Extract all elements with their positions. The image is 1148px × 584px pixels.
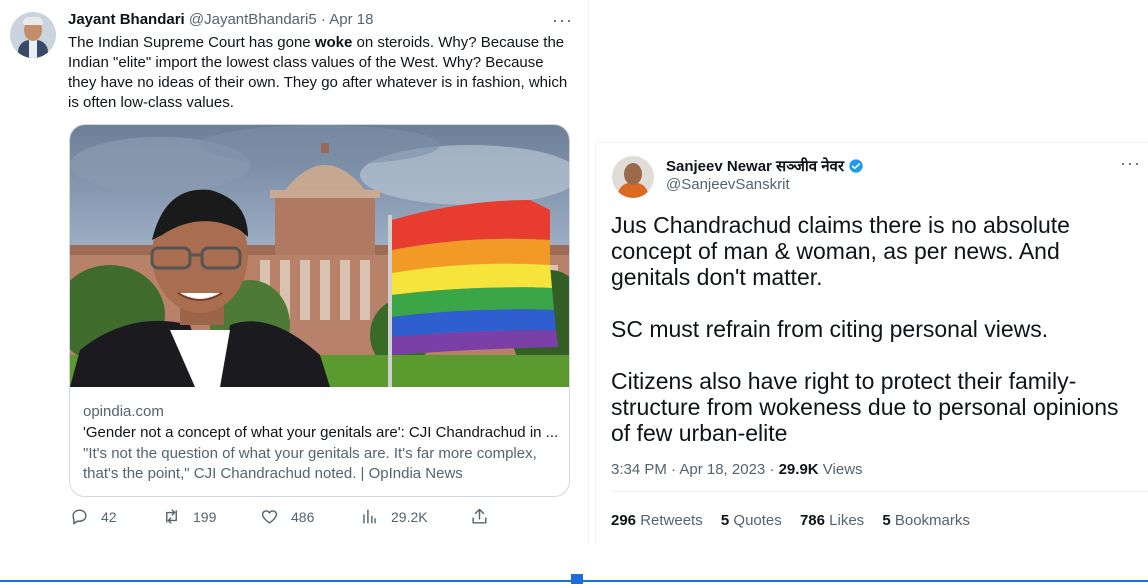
author-handle[interactable]: @SanjeevSanskrit bbox=[666, 176, 790, 193]
avatar-robe bbox=[618, 183, 648, 198]
author-name[interactable]: Jayant Bhandari bbox=[68, 11, 185, 28]
bookmarks-label: Bookmarks bbox=[890, 512, 970, 529]
card-meta: opindia.com 'Gender not a concept of wha… bbox=[83, 402, 559, 484]
retweets-count: 296 bbox=[611, 512, 637, 529]
retweet-button[interactable]: 199 bbox=[162, 507, 216, 526]
retweet-icon bbox=[166, 509, 177, 524]
card-domain[interactable]: opindia.com bbox=[83, 402, 559, 422]
avatar-hair bbox=[23, 17, 43, 25]
verified-badge-icon bbox=[849, 159, 863, 173]
like-icon bbox=[261, 510, 278, 524]
column-divider bbox=[588, 0, 589, 545]
likes-label: Likes bbox=[824, 512, 865, 529]
right-tweet[interactable]: Sanjeev Newar सञ्जीव नेवर @SanjeevSanskr… bbox=[595, 142, 1148, 545]
left-tweet[interactable]: Jayant Bhandari @JayantBhandari5 · Apr 1… bbox=[0, 0, 588, 545]
likes-stat[interactable]: 786 Likes bbox=[800, 512, 864, 529]
tweet-actions: 42 199 486 29.2K bbox=[70, 507, 500, 531]
tweet-text: Jus Chandrachud claims there is no absol… bbox=[611, 212, 1136, 472]
tweet-text-part1: The Indian Supreme Court has gone bbox=[68, 34, 315, 51]
tweet-paragraph: SC must refrain from citing personal vie… bbox=[611, 316, 1049, 342]
tweet-stats: 296 Retweets 5 Quotes 786 Likes 5 Bookma… bbox=[611, 512, 984, 529]
author-handle[interactable]: @JayantBhandari5 bbox=[189, 11, 317, 28]
author-name[interactable]: Sanjeev Newar सञ्जीव नेवर bbox=[666, 156, 844, 176]
retweet-count: 199 bbox=[193, 508, 217, 525]
views-label: Views bbox=[818, 461, 863, 478]
views-button[interactable]: 29.2K bbox=[360, 507, 428, 526]
card-title[interactable]: 'Gender not a concept of what your genit… bbox=[83, 423, 559, 443]
tweet-date[interactable]: Apr 18 bbox=[329, 11, 373, 28]
header-separator: · bbox=[320, 11, 326, 28]
views-icon bbox=[363, 509, 376, 524]
quotes-stat[interactable]: 5 Quotes bbox=[721, 512, 782, 529]
reply-icon bbox=[72, 509, 87, 525]
more-options-icon[interactable]: ··· bbox=[552, 10, 573, 31]
author-name-row[interactable]: Sanjeev Newar सञ्जीव नेवर bbox=[666, 156, 864, 176]
tweet-paragraph: Jus Chandrachud claims there is no absol… bbox=[611, 212, 1070, 290]
like-count: 486 bbox=[291, 508, 315, 525]
tweet-timestamp[interactable]: 3:34 PM · Apr 18, 2023 · bbox=[611, 461, 779, 478]
card-image-illustration bbox=[70, 125, 569, 387]
tweet-paragraph: Citizens also have right to protect thei… bbox=[611, 368, 1119, 446]
stats-divider bbox=[611, 491, 1148, 492]
views-count: 29.9K bbox=[778, 461, 819, 478]
tweet-header: Jayant Bhandari @JayantBhandari5 · Apr 1… bbox=[68, 11, 373, 28]
reply-button[interactable]: 42 bbox=[70, 507, 117, 526]
tweet-text-bold: woke bbox=[314, 34, 353, 51]
avatar[interactable] bbox=[10, 12, 56, 58]
tweet-text: The Indian Supreme Court has gone woke o… bbox=[68, 33, 568, 113]
avatar[interactable] bbox=[612, 156, 654, 198]
bookmarks-stat[interactable]: 5 Bookmarks bbox=[882, 512, 970, 529]
likes-count: 786 bbox=[799, 512, 825, 529]
share-icon bbox=[472, 508, 487, 524]
like-button[interactable]: 486 bbox=[260, 507, 314, 526]
selection-handle[interactable] bbox=[571, 574, 583, 584]
quotes-count: 5 bbox=[720, 512, 730, 529]
avatar-face bbox=[624, 163, 642, 185]
retweets-stat[interactable]: 296 Retweets bbox=[611, 512, 703, 529]
link-card[interactable]: opindia.com 'Gender not a concept of wha… bbox=[69, 124, 570, 497]
reply-count: 42 bbox=[101, 508, 117, 525]
retweets-label: Retweets bbox=[636, 512, 703, 529]
share-button[interactable] bbox=[470, 507, 489, 526]
tweet-timestamp-row: 3:34 PM · Apr 18, 2023 · 29.9K Views bbox=[611, 461, 863, 478]
more-options-icon[interactable]: ··· bbox=[1120, 153, 1141, 174]
quotes-label: Quotes bbox=[729, 512, 782, 529]
card-image[interactable] bbox=[70, 125, 569, 387]
views-count: 29.2K bbox=[391, 508, 428, 525]
avatar-shirt bbox=[29, 40, 37, 58]
bookmarks-count: 5 bbox=[882, 512, 891, 529]
card-description: "It's not the question of what your geni… bbox=[83, 445, 537, 482]
